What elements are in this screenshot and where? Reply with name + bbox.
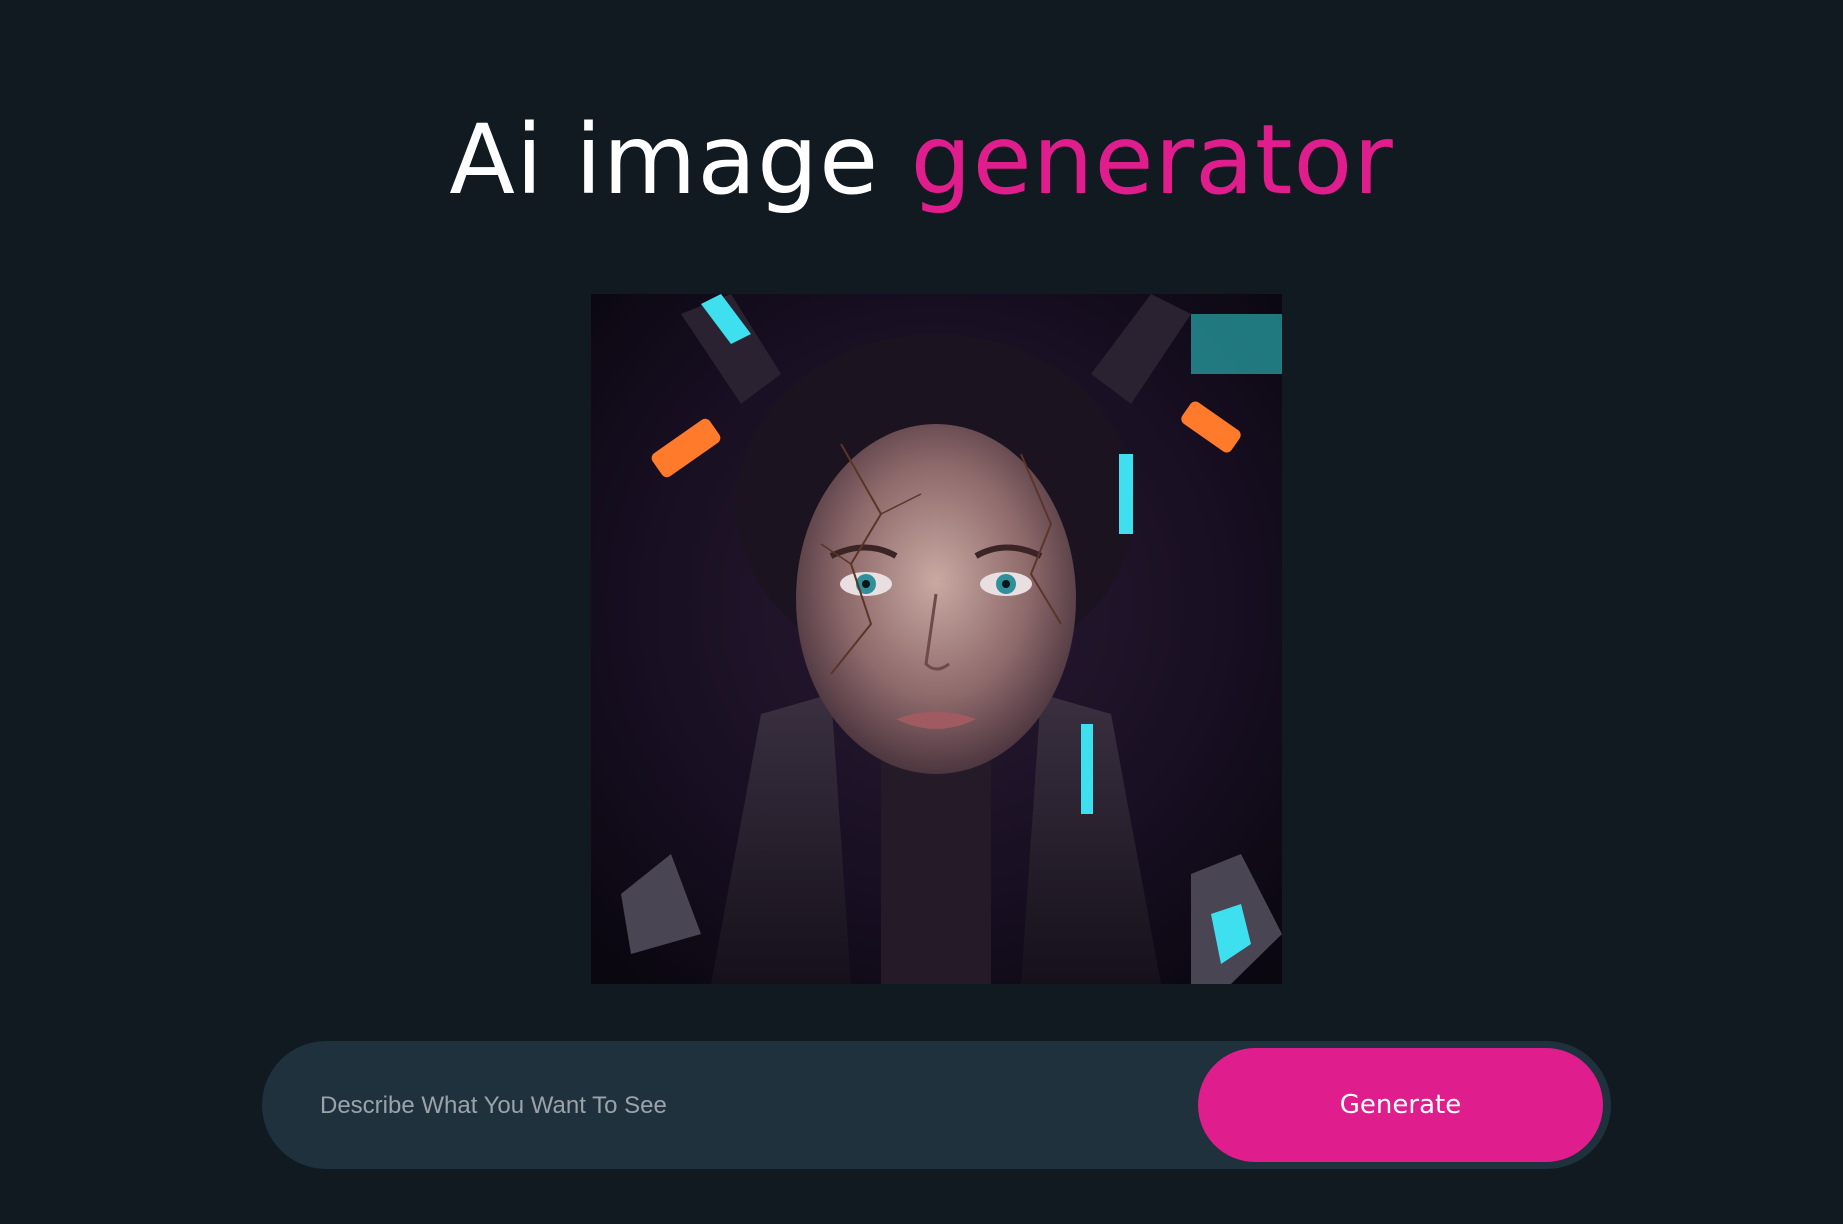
- title-main: Ai image: [449, 104, 880, 216]
- prompt-input[interactable]: [318, 1075, 1142, 1137]
- generated-image: [591, 294, 1282, 984]
- generate-button[interactable]: Generate: [1198, 1048, 1603, 1162]
- app-page: Ai image generator Describe What You Wan…: [0, 0, 1843, 1224]
- title-accent: generator: [910, 104, 1394, 216]
- prompt-bar: Generate: [262, 1041, 1611, 1169]
- page-title: Ai image generator: [0, 100, 1843, 220]
- generated-image-art: [591, 294, 1282, 984]
